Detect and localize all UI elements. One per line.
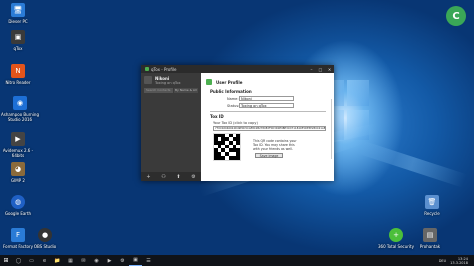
burning-studio-icon: ◉ (13, 96, 27, 110)
desktop-icon-prohantak[interactable]: ▤ Prohantak (410, 228, 450, 249)
qr-code (213, 132, 241, 161)
file-transfer-icon[interactable]: ⬆ (176, 174, 180, 180)
desktop-icon-google-earth[interactable]: ◍ Google Earth (0, 195, 38, 216)
computer-icon: 🖥 (11, 3, 25, 17)
security-icon: + (389, 228, 403, 242)
edge-browser-icon[interactable]: e (38, 255, 51, 266)
avidemux-icon: ▶ (11, 132, 25, 146)
status-label: Status: (227, 103, 240, 108)
desktop-icon-avidemux[interactable]: ▶ Avidemux 2.6 - 64bits (0, 132, 38, 158)
desktop-icon-label: Dieser PC (8, 19, 28, 24)
desktop-icon-label: 360 Total Security (378, 244, 414, 249)
task-view-icon[interactable]: ▭ (25, 255, 38, 266)
page-title: User Profile (216, 79, 243, 85)
contacts-footer: + ⚇ ⬆ ⚙ (141, 172, 201, 181)
contacts-pane: Nikoni Toxing on qTox Search Contacts By… (141, 73, 201, 181)
language-indicator[interactable]: DEU (439, 259, 446, 263)
tox-id-field[interactable]: 770C02046024D49E0C5CAE8C2B2780E2F5D3D0E9… (213, 125, 326, 131)
format-factory-icon: F (11, 228, 25, 242)
user-profile-icon (206, 79, 212, 85)
public-info-heading: Public Information (210, 89, 252, 94)
search-icon[interactable]: ◯ (12, 255, 25, 266)
settings-gear-icon[interactable]: ⚙ (191, 174, 195, 180)
settings-icon[interactable]: ⚙ (116, 255, 129, 266)
divider (210, 111, 326, 112)
contact-filter-dropdown[interactable]: By Name & All (174, 88, 198, 93)
gimp-icon: ◕ (11, 162, 25, 176)
desktop-icon-label: Avidemux 2.6 - 64bits (2, 148, 34, 158)
scrollbar[interactable] (330, 99, 332, 159)
tox-id-heading: Tox ID (210, 113, 224, 119)
desktop-icon-label: qTox (13, 46, 23, 51)
nitro-reader-icon: N (11, 64, 25, 78)
app-icon: ▤ (423, 228, 437, 242)
media-player-icon[interactable]: ▶ (103, 255, 116, 266)
desktop-icon-label: Ashampoo Burning Studio 2016 (1, 112, 39, 122)
window-titlebar[interactable]: qTox - Profile – □ ✕ (141, 65, 334, 73)
chrome-icon[interactable]: ◉ (90, 255, 103, 266)
file-explorer-icon[interactable]: 📁 (51, 255, 64, 266)
group-chat-icon[interactable]: ⚇ (161, 174, 165, 180)
contact-search-input[interactable]: Search Contacts (144, 88, 173, 93)
desktop-icon-label: OBS Studio (33, 244, 57, 249)
desktop-icon-label: Google Earth (4, 211, 32, 216)
clock-date: 13.3.2018 (450, 260, 468, 265)
desktop-icon-label: Prohantak (419, 244, 441, 249)
desktop-icon-label: Recycle (424, 211, 440, 216)
qtox-taskbar-icon[interactable]: ▣ (129, 255, 142, 266)
status-field[interactable]: Toxing on qTox (239, 103, 294, 108)
qtox-window: qTox - Profile – □ ✕ Nikoni Toxing on qT… (141, 65, 334, 181)
taskbar: ⊞ ◯ ▭ e 📁 ▦ ✉ ◉ ▶ ⚙ ▣ ☰ DEU 13:24 13.3.2… (0, 255, 474, 266)
name-field[interactable]: Nikoni (239, 96, 294, 101)
close-button[interactable]: ✕ (325, 67, 334, 72)
corner-app-badge[interactable]: C (446, 6, 466, 26)
desktop-icon-label: GIMP 2 (11, 178, 25, 183)
desktop-icon-this-pc[interactable]: 🖥 Dieser PC (0, 3, 38, 24)
add-friend-icon[interactable]: + (146, 174, 150, 180)
recycle-bin-icon: 🗑 (425, 195, 439, 209)
start-button[interactable]: ⊞ (0, 257, 12, 264)
desktop-icon-obs-studio[interactable]: ● OBS Studio (25, 228, 65, 249)
minimize-button[interactable]: – (307, 67, 316, 72)
desktop-icon-gimp[interactable]: ◕ GIMP 2 (0, 162, 38, 183)
mail-icon[interactable]: ✉ (77, 255, 90, 266)
store-icon[interactable]: ▦ (64, 255, 77, 266)
desktop-icon-qtox[interactable]: ▣ qTox (0, 30, 38, 51)
obs-icon: ● (38, 228, 52, 242)
window-title: qTox - Profile (151, 66, 177, 72)
desktop-icon-nitro-reader[interactable]: N Nitro Reader (0, 64, 38, 85)
profile-pane: User Profile Public Information Name: Ni… (201, 73, 334, 181)
maximize-button[interactable]: □ (316, 67, 325, 72)
own-profile[interactable]: Nikoni Toxing on qTox (141, 73, 201, 87)
desktop-icon-recycle-bin[interactable]: 🗑 Recycle (412, 195, 452, 216)
qtox-app-icon (145, 67, 149, 71)
system-tray: DEU 13:24 13.3.2018 (439, 257, 474, 265)
name-label: Name: (227, 96, 239, 101)
save-image-button[interactable]: Save image (255, 152, 283, 158)
tox-id-hint: Your Tox ID (click to copy) (213, 120, 258, 125)
google-earth-icon: ◍ (11, 195, 25, 209)
desktop-icon-label: Nitro Reader (5, 80, 31, 85)
clock[interactable]: 13:24 13.3.2018 (450, 257, 468, 265)
app-taskbar-icon[interactable]: ☰ (142, 255, 155, 266)
avatar[interactable] (144, 76, 152, 84)
desktop-icon-ashampoo[interactable]: ◉ Ashampoo Burning Studio 2016 (0, 96, 42, 122)
profile-status[interactable]: Toxing on qTox (155, 81, 181, 85)
qr-description: This QR code contains your Tox ID. You m… (253, 138, 297, 151)
qtox-icon: ▣ (11, 30, 25, 44)
